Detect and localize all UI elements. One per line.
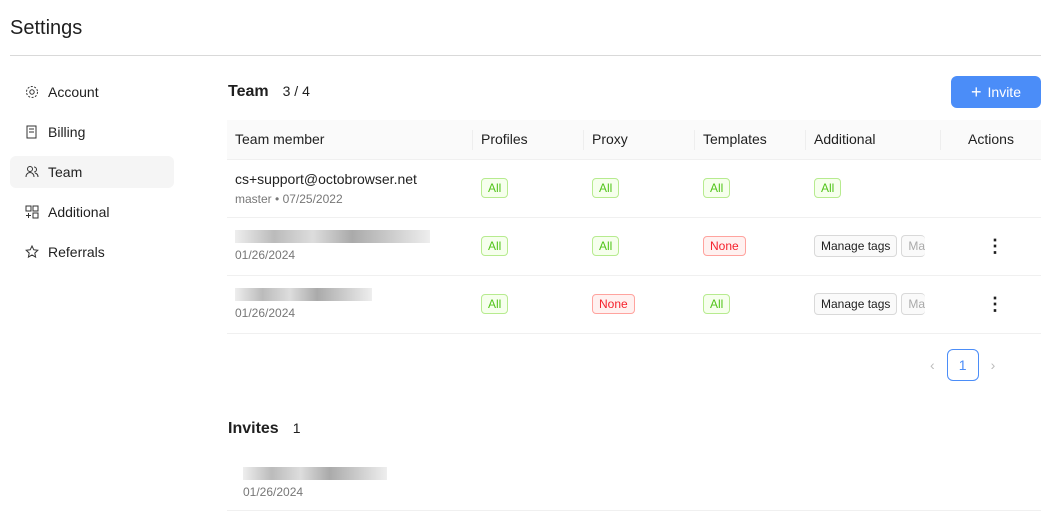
col-additional: Additional <box>806 120 941 160</box>
invite-button[interactable]: + Invite <box>951 76 1041 108</box>
templates-badge: All <box>703 178 731 198</box>
sidebar-item-team[interactable]: Team <box>10 156 174 188</box>
member-date: 07/25/2022 <box>282 191 343 206</box>
chevron-left-icon[interactable]: ‹ <box>930 357 935 373</box>
sidebar-item-billing[interactable]: Billing <box>10 116 174 148</box>
chevron-right-icon[interactable]: › <box>991 357 996 373</box>
invites-title: Invites <box>228 420 279 437</box>
templates-badge: All <box>703 294 731 314</box>
col-profiles: Profiles <box>473 120 584 160</box>
table-row: 01/26/2024 All None All Manage tags Ma ⋮ <box>227 275 1041 334</box>
proxy-badge: All <box>592 236 620 256</box>
profiles-badge: All <box>481 236 509 256</box>
member-date: 01/26/2024 <box>235 306 296 320</box>
page-button[interactable]: 1 <box>946 349 979 381</box>
templates-badge: None <box>703 236 746 256</box>
col-team-member: Team member <box>227 120 473 160</box>
blurred-member-name <box>235 230 430 243</box>
member-role: master <box>235 191 272 206</box>
invite-item: 01/26/2024 <box>227 455 1041 511</box>
sidebar-item-label: Referrals <box>48 244 105 260</box>
invites-count: 1 <box>292 420 301 436</box>
proxy-badge: None <box>592 294 635 314</box>
more-actions-icon[interactable]: ⋮ <box>941 275 1041 334</box>
sidebar-item-account[interactable]: Account <box>10 76 174 108</box>
star-icon <box>25 245 39 259</box>
plus-icon: + <box>971 81 982 102</box>
gear-icon <box>26 86 38 98</box>
team-heading: Team 3 / 4 <box>228 83 310 101</box>
invites-heading: Invites 1 <box>228 420 300 438</box>
sidebar-item-label: Account <box>48 84 99 100</box>
blurred-invite-email <box>243 467 387 480</box>
table-row: 01/26/2024 All All None Manage tags Ma ⋮ <box>227 217 1041 276</box>
invite-date: 01/26/2024 <box>243 485 304 499</box>
sidebar-item-label: Billing <box>48 124 86 140</box>
sidebar: Account Billing Team Additional Referral… <box>10 76 174 276</box>
divider <box>10 55 1041 56</box>
more-actions-icon[interactable]: ⋮ <box>941 217 1041 276</box>
member-date: 01/26/2024 <box>235 248 296 262</box>
truncated-tag-button[interactable]: Ma <box>901 293 926 315</box>
table-row: cs+support@octobrowser.net master • 07/25… <box>227 159 1041 218</box>
profiles-badge: All <box>481 294 509 314</box>
member-email: cs+support@octobrowser.net <box>235 170 417 187</box>
col-proxy: Proxy <box>584 120 695 160</box>
pagination: ‹ 1 › <box>930 349 995 381</box>
team-title: Team <box>228 83 269 100</box>
receipt-icon <box>26 125 37 139</box>
col-templates: Templates <box>695 120 806 160</box>
manage-tags-button[interactable]: Manage tags <box>814 235 898 257</box>
page-title: Settings <box>10 17 83 39</box>
col-actions: Actions <box>941 120 1041 160</box>
additional-badge: All <box>814 178 842 198</box>
profiles-badge: All <box>481 178 509 198</box>
sidebar-item-label: Team <box>48 164 83 180</box>
manage-tags-button[interactable]: Manage tags <box>814 293 898 315</box>
blurred-member-name <box>235 288 372 301</box>
team-count: 3 / 4 <box>282 83 310 99</box>
invite-label: Invite <box>987 84 1021 100</box>
team-table: Team member Profiles Proxy Templates Add… <box>227 120 1041 334</box>
sidebar-item-label: Additional <box>48 204 110 220</box>
team-icon <box>25 166 39 178</box>
sidebar-item-referrals[interactable]: Referrals <box>10 236 174 268</box>
sidebar-item-additional[interactable]: Additional <box>10 196 174 228</box>
truncated-tag-button[interactable]: Ma <box>901 235 926 257</box>
proxy-badge: All <box>592 178 620 198</box>
apps-icon <box>25 205 39 219</box>
